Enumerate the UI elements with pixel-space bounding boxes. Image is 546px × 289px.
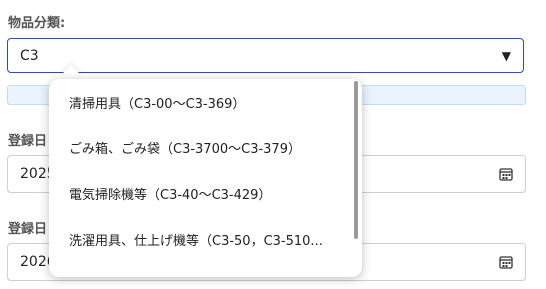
category-dropdown[interactable]: 清掃用具（C3-00〜C3-369） ごみ箱、ごみ袋（C3-3700〜C3-37… <box>49 79 362 277</box>
dropdown-option[interactable]: 洗濯用具、仕上げ機等（C3-50，C3-510... <box>69 219 348 259</box>
dropdown-scrollbar[interactable] <box>354 81 358 239</box>
dropdown-option[interactable]: 清掃用具（C3-00〜C3-369） <box>69 82 348 122</box>
date1-label: 登録日 <box>8 134 48 149</box>
calendar-icon[interactable] <box>499 167 513 181</box>
form-root: 物品分類: C3 ▼ 登録日 2025. 登録日 2026. 清掃用具（C3-0… <box>0 0 546 289</box>
chevron-down-icon: ▼ <box>501 48 511 63</box>
dropdown-option[interactable]: 電気掃除機等（C3-40〜C3-429） <box>69 173 348 213</box>
category-select[interactable]: C3 ▼ <box>7 38 524 73</box>
category-label: 物品分類: <box>8 16 66 31</box>
category-select-value: C3 <box>20 47 39 64</box>
dropdown-option[interactable]: ごみ箱、ごみ袋（C3-3700〜C3-379） <box>69 127 348 167</box>
calendar-icon[interactable] <box>499 255 513 269</box>
date2-label: 登録日 <box>8 222 48 237</box>
